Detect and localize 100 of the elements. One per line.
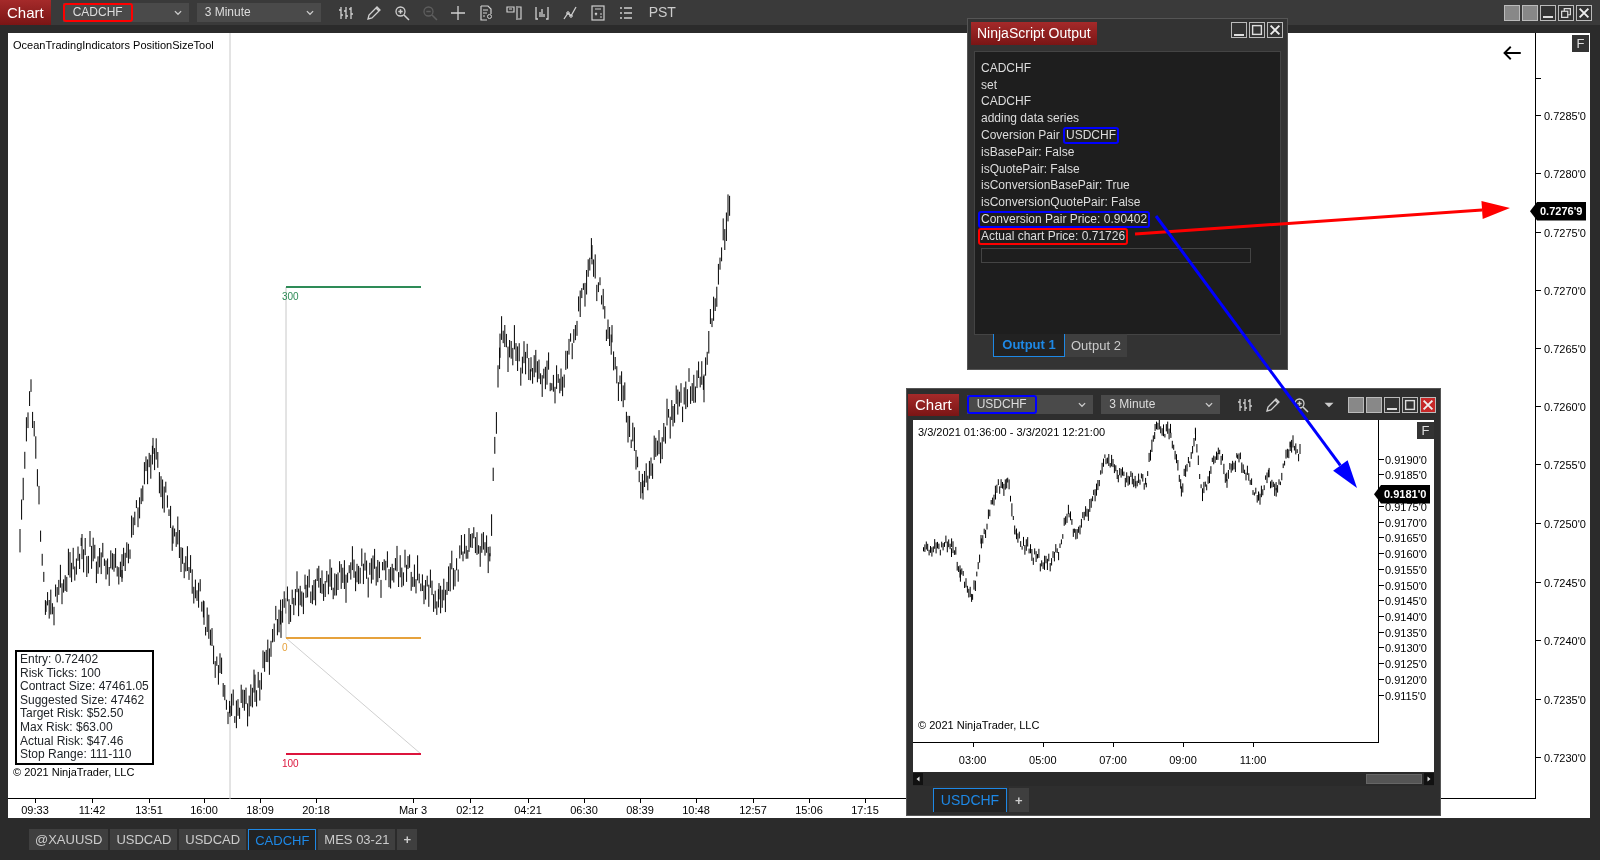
restore-button[interactable] xyxy=(1558,4,1574,21)
time-label: 17:15 xyxy=(851,803,879,818)
price-label: 0.9115'0 xyxy=(1385,688,1427,704)
info-line: Max Risk: $63.00 xyxy=(20,720,114,735)
time-label: 05:00 xyxy=(1029,753,1057,768)
info-line: Stop Range: 111-110 xyxy=(20,748,133,762)
price-label: 0.9140'0 xyxy=(1385,610,1427,625)
add-tab-button[interactable]: + xyxy=(1009,788,1029,812)
output-line: Coversion Pair USDCHF xyxy=(981,126,1274,144)
zoom-out-icon xyxy=(421,4,438,21)
chart-tab[interactable]: MES 03-21 xyxy=(318,829,396,850)
bars-icon xyxy=(1237,396,1253,413)
info-line: Target Risk: $52.50 xyxy=(20,707,125,721)
info-line: Risk Ticks: 100 xyxy=(20,666,102,681)
output-line: adding data series xyxy=(981,111,1080,126)
scroll-right-button[interactable] xyxy=(1424,773,1434,785)
close-button[interactable] xyxy=(1420,396,1436,413)
window-title: NinjaScript Output xyxy=(971,22,1097,45)
maximize-button[interactable] xyxy=(1249,22,1265,38)
interval-dropdown[interactable]: 3 Minute xyxy=(1101,395,1220,414)
output-tab[interactable]: Output 2 xyxy=(1065,334,1127,357)
time-label: 02:12 xyxy=(456,803,484,818)
time-label: 08:39 xyxy=(626,803,654,818)
close-icon xyxy=(1421,397,1435,412)
window-option-button[interactable] xyxy=(1504,4,1520,21)
chart-tab[interactable]: USDCAD xyxy=(110,829,178,850)
minimize-button[interactable] xyxy=(1384,396,1400,413)
time-label: 09:33 xyxy=(21,803,49,818)
time-label: 11:42 xyxy=(78,803,106,818)
f-button[interactable]: F xyxy=(1417,422,1434,439)
output-line: isConversionBasePair: True xyxy=(981,178,1130,193)
window-option-button[interactable] xyxy=(1348,396,1364,413)
scroll-left-button[interactable] xyxy=(913,773,923,785)
time-label: 09:00 xyxy=(1169,753,1197,768)
chart-tab[interactable]: @XAUUSD xyxy=(29,829,109,850)
price-label: 0.7285'0 xyxy=(1544,109,1586,124)
minimize-button[interactable] xyxy=(1231,22,1247,38)
timezone-label: PST xyxy=(648,3,676,22)
crosshair-icon xyxy=(449,4,466,21)
interval-dropdown[interactable]: 3 Minute xyxy=(196,3,321,22)
time-label: 13:51 xyxy=(135,803,163,818)
output-line: isBasePair: False xyxy=(981,144,1075,159)
bars-icon xyxy=(337,4,354,21)
current-price-label: 0.9181'0 xyxy=(1374,485,1431,504)
price-label: 0.7260'0 xyxy=(1544,400,1586,415)
price-label: 0.7275'0 xyxy=(1544,226,1586,241)
price-label: 0.9165'0 xyxy=(1385,531,1427,547)
bar-chart-icon xyxy=(533,4,550,21)
f-button[interactable]: F xyxy=(1572,35,1589,52)
price-label: 0.9160'0 xyxy=(1385,547,1427,563)
time-label: 12:57 xyxy=(739,803,767,818)
scrollbar-thumb[interactable] xyxy=(1366,774,1422,784)
window-option-button[interactable] xyxy=(1522,4,1538,21)
pencil-icon xyxy=(365,4,382,21)
price-label: 0.9185'0 xyxy=(1385,468,1427,484)
time-label: 03:00 xyxy=(958,753,987,768)
add-tab-button[interactable]: + xyxy=(397,829,417,850)
price-label: 0.9150'0 xyxy=(1385,578,1427,594)
minimize-icon xyxy=(1543,16,1553,18)
document-search-icon xyxy=(477,4,494,21)
chart-tab[interactable]: USDCHF xyxy=(933,788,1007,812)
chart-tab[interactable]: CADCHF xyxy=(248,829,317,850)
price-label: 0.7270'0 xyxy=(1544,284,1586,299)
time-label: 15:06 xyxy=(795,803,823,818)
calculator-icon xyxy=(589,4,606,21)
instrument-dropdown[interactable]: USDCHF xyxy=(966,395,1094,414)
price-label: 0.7235'0 xyxy=(1544,693,1586,708)
price-label: 0.9155'0 xyxy=(1385,562,1427,578)
chart-title: Chart xyxy=(908,393,959,416)
price-label: 0.7265'0 xyxy=(1544,342,1586,357)
info-line: Suggested Size: 47462 xyxy=(20,693,146,708)
scrollbar[interactable] xyxy=(913,772,1434,786)
price-label: 0.7240'0 xyxy=(1544,634,1586,649)
output-input-field[interactable] xyxy=(981,247,1251,263)
price-label: 0.9130'0 xyxy=(1385,641,1427,657)
close-button[interactable] xyxy=(1576,4,1592,21)
minimize-button[interactable] xyxy=(1540,4,1556,21)
current-price-label: 0.7276'9 xyxy=(1530,202,1587,221)
maximize-icon xyxy=(1250,23,1264,37)
pencil-icon xyxy=(1265,396,1281,413)
window-option-button[interactable] xyxy=(1366,396,1382,413)
date-range-label: 3/3/2021 01:36:00 - 3/3/2021 12:21:00 xyxy=(918,425,1106,440)
close-button[interactable] xyxy=(1267,22,1283,38)
instrument-dropdown[interactable]: CADCHF xyxy=(62,3,189,22)
maximize-button[interactable] xyxy=(1402,396,1418,413)
info-line: Actual Risk: $47.46 xyxy=(20,734,125,749)
chart-tab[interactable]: USDCAD xyxy=(179,829,247,850)
output-line: set xyxy=(981,77,997,92)
output-line: isQuotePair: False xyxy=(981,161,1080,176)
price-label: 0.9120'0 xyxy=(1385,672,1427,688)
price-label: 0.7245'0 xyxy=(1544,576,1586,591)
close-icon xyxy=(1268,23,1282,37)
time-label: 06:30 xyxy=(570,803,598,818)
chart-title: Chart xyxy=(0,0,51,25)
price-label: 0.9190'0 xyxy=(1385,452,1427,468)
restore-icon xyxy=(1559,5,1573,20)
right-arrow-icon xyxy=(1425,775,1433,783)
level-label: 0 xyxy=(282,641,288,655)
output-tab[interactable]: Output 1 xyxy=(993,334,1065,357)
list-icon xyxy=(617,4,634,21)
